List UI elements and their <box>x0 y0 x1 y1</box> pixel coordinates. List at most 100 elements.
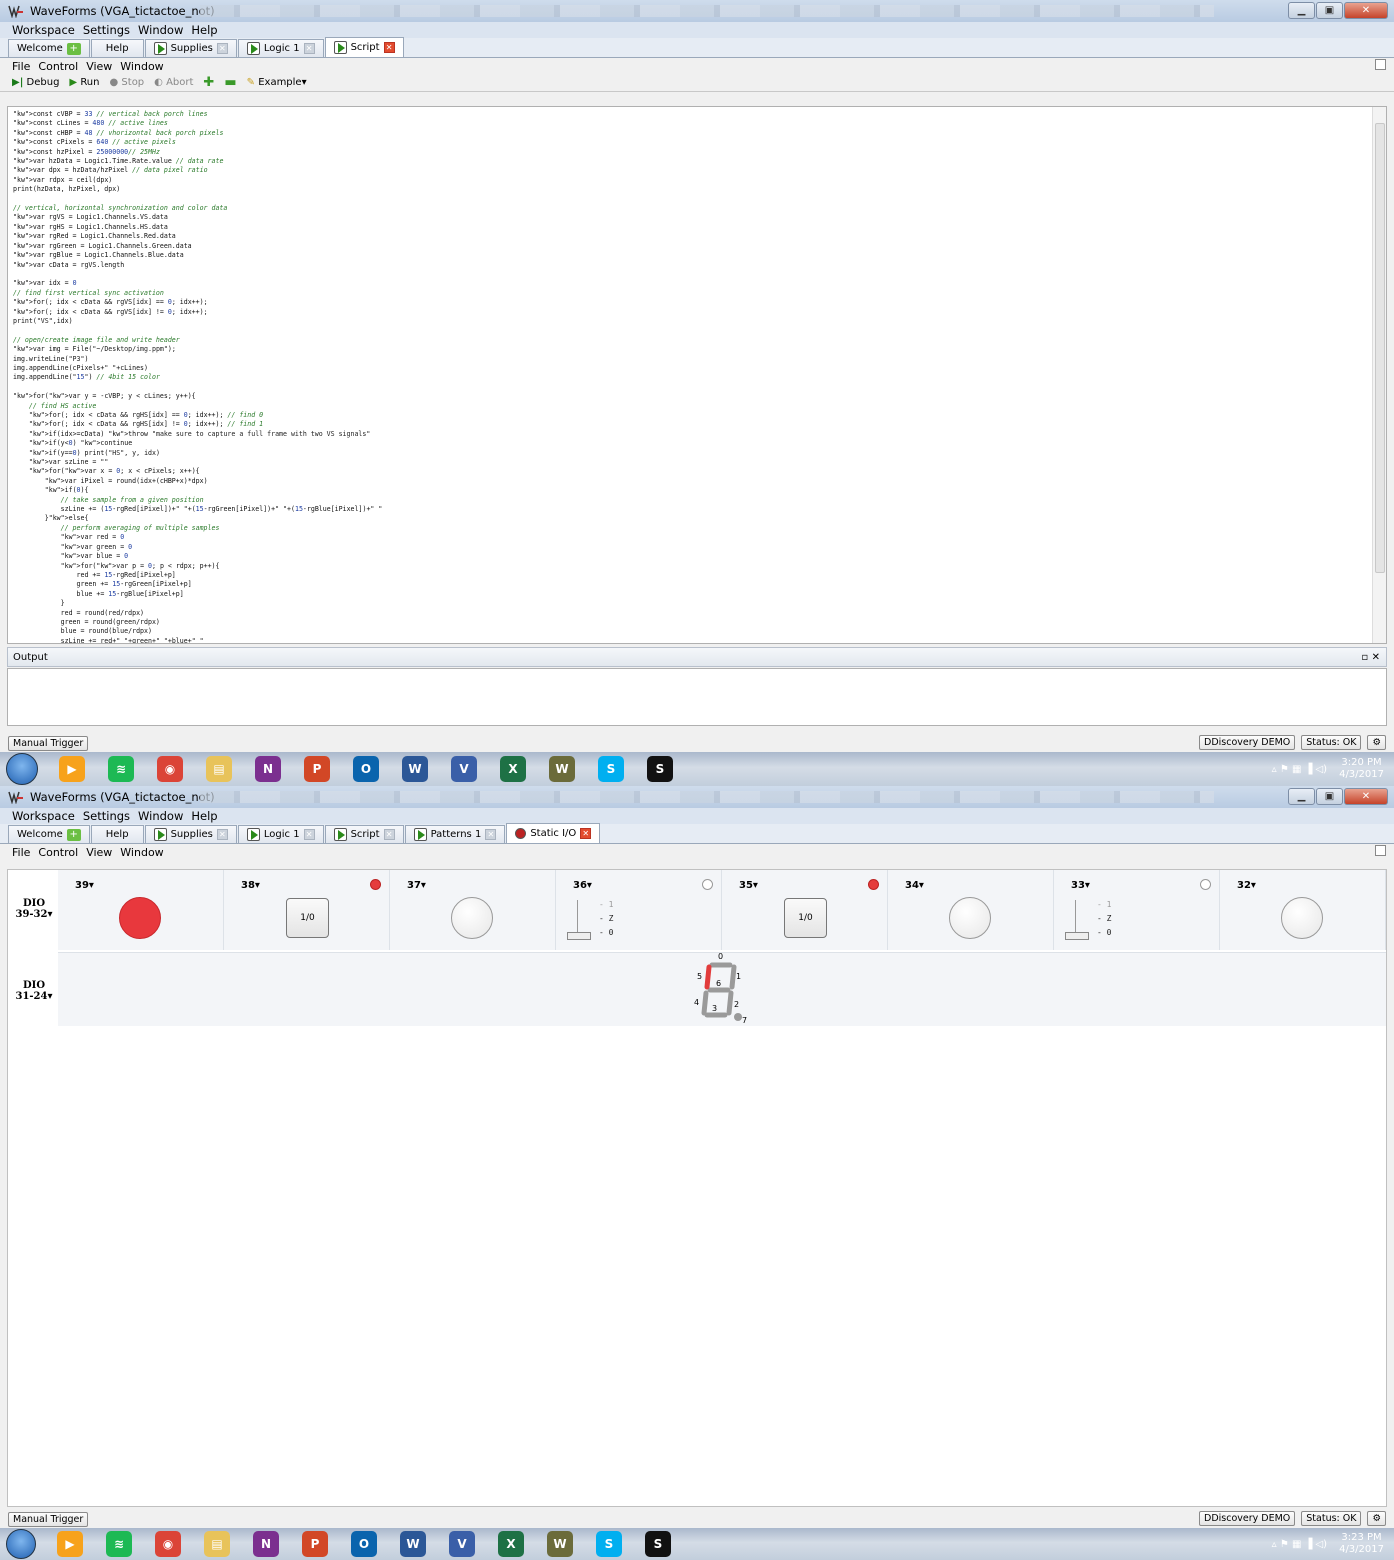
taskbar-app-button[interactable]: S <box>591 754 631 784</box>
start-button[interactable] <box>6 753 38 785</box>
push-button[interactable]: 1/0 <box>286 898 329 938</box>
tab-script[interactable]: Script ✕ <box>324 825 404 843</box>
taskbar-app-button[interactable]: W <box>393 1529 433 1559</box>
scroll-thumb[interactable] <box>1375 123 1385 573</box>
pin-label[interactable]: 34▾ <box>905 880 924 891</box>
output-panel[interactable] <box>7 668 1387 726</box>
menu-workspace[interactable]: Workspace <box>12 809 75 823</box>
editor-scrollbar[interactable] <box>1372 107 1386 643</box>
push-button[interactable]: 1/0 <box>784 898 827 938</box>
minimize-button[interactable]: ▁ <box>1288 2 1315 19</box>
manual-trigger-button[interactable]: Manual Trigger <box>8 1511 89 1527</box>
switch-knob[interactable] <box>1065 932 1089 940</box>
taskbar-app-button[interactable]: ▤ <box>199 754 239 784</box>
pin-label[interactable]: 33▾ <box>1071 880 1090 891</box>
menu-settings[interactable]: Settings <box>83 23 130 37</box>
taskbar-app-button[interactable]: N <box>246 1529 286 1559</box>
pin-label[interactable]: 32▾ <box>1237 880 1256 891</box>
pin-label[interactable]: 38▾ <box>241 880 260 891</box>
device-button[interactable]: DDiscovery DEMO <box>1199 1511 1296 1526</box>
tab-script[interactable]: Script ✕ <box>324 37 404 57</box>
pin-label[interactable]: 36▾ <box>573 880 592 891</box>
add-icon[interactable]: ✚ <box>203 75 214 90</box>
tab-logic1[interactable]: Logic 1 ✕ <box>237 39 324 57</box>
tri-state-switch[interactable]: - 1 - Z - 0 <box>1065 900 1125 944</box>
menu-window[interactable]: Window <box>120 846 163 859</box>
device-button[interactable]: DDiscovery DEMO <box>1199 735 1296 750</box>
menu-view[interactable]: View <box>86 60 112 73</box>
taskbar-app-button[interactable]: O <box>346 754 386 784</box>
tray-icons[interactable]: ▵ ⚑ ▦ ▐ ◁) <box>1272 764 1327 775</box>
close-tab-icon[interactable]: ✕ <box>303 43 315 54</box>
menu-control[interactable]: Control <box>38 60 78 73</box>
taskbar-app-button[interactable]: P <box>295 1529 335 1559</box>
manual-trigger-button[interactable]: Manual Trigger <box>8 735 89 751</box>
status-badge[interactable]: Status: OK <box>1301 1511 1362 1526</box>
seven-segment-display[interactable]: 0 1 2 3 4 5 6 7 <box>694 953 754 1027</box>
settings-icon[interactable]: ⚙ <box>1367 1511 1386 1526</box>
tri-state-switch[interactable]: - 1 - Z - 0 <box>567 900 627 944</box>
example-button[interactable]: ✎ Example▾ <box>247 77 307 88</box>
tray-icons[interactable]: ▵ ⚑ ▦ ▐ ◁) <box>1272 1539 1327 1550</box>
run-button[interactable]: ▶ Run <box>69 77 99 88</box>
script-editor[interactable]: "kw">const cVBP = 33 // vertical back po… <box>7 106 1387 644</box>
close-tab-icon[interactable]: ✕ <box>383 829 395 840</box>
taskbar-app-button[interactable]: X <box>491 1529 531 1559</box>
close-tab-icon[interactable]: ✕ <box>485 829 497 840</box>
code-text[interactable]: "kw">const cVBP = 33 // vertical back po… <box>13 110 382 643</box>
menu-file[interactable]: File <box>12 60 30 73</box>
taskbar-app-button[interactable]: W <box>542 754 582 784</box>
taskbar-app-button[interactable]: P <box>297 754 337 784</box>
maximize-button[interactable]: ▣ <box>1316 2 1343 19</box>
menu-control[interactable]: Control <box>38 846 78 859</box>
dio-39-32-label[interactable]: DIO 39-32▾ <box>10 898 58 920</box>
close-window-button[interactable]: ✕ <box>1344 2 1388 19</box>
dio-31-24-label[interactable]: DIO 31-24▾ <box>10 980 58 1002</box>
menu-window[interactable]: Window <box>138 23 183 37</box>
switch-knob[interactable] <box>567 932 591 940</box>
start-button[interactable] <box>6 1529 36 1559</box>
stop-button[interactable]: ● Stop <box>110 77 145 88</box>
settings-icon[interactable]: ⚙ <box>1367 735 1386 750</box>
taskbar-app-button[interactable]: V <box>444 754 484 784</box>
debug-button[interactable]: ▶| Debug <box>12 77 59 88</box>
abort-button[interactable]: ◐ Abort <box>154 77 193 88</box>
restore-panel-icon[interactable] <box>1375 845 1386 856</box>
close-tab-icon[interactable]: ✕ <box>580 828 592 839</box>
taskbar-app-button[interactable]: ≋ <box>101 754 141 784</box>
taskbar-app-button[interactable]: N <box>248 754 288 784</box>
taskbar-app-button[interactable]: X <box>493 754 533 784</box>
tab-logic1[interactable]: Logic 1 ✕ <box>237 825 324 843</box>
pin-label[interactable]: 37▾ <box>407 880 426 891</box>
clock[interactable]: 3:20 PM 4/3/2017 <box>1339 757 1384 781</box>
pin-label[interactable]: 39▾ <box>75 880 94 891</box>
tab-supplies[interactable]: Supplies ✕ <box>144 825 237 843</box>
close-tab-icon[interactable]: ✕ <box>383 42 395 53</box>
pin-label[interactable]: 35▾ <box>739 880 758 891</box>
panel-controls-icon[interactable]: ▫ ✕ <box>1361 652 1380 663</box>
tab-help[interactable]: Help <box>90 39 144 57</box>
menu-settings[interactable]: Settings <box>83 809 130 823</box>
close-window-button[interactable]: ✕ <box>1344 788 1388 805</box>
taskbar-app-button[interactable]: W <box>540 1529 580 1559</box>
tab-supplies[interactable]: Supplies ✕ <box>144 39 237 57</box>
tab-patterns1[interactable]: Patterns 1 ✕ <box>404 825 506 843</box>
menu-help[interactable]: Help <box>191 809 217 823</box>
maximize-button[interactable]: ▣ <box>1316 788 1343 805</box>
taskbar-app-button[interactable]: ▶ <box>50 1529 90 1559</box>
close-tab-icon[interactable]: ✕ <box>303 829 315 840</box>
menu-window[interactable]: Window <box>120 60 163 73</box>
taskbar-app-button[interactable]: ◉ <box>150 754 190 784</box>
taskbar-app-button[interactable]: S <box>589 1529 629 1559</box>
tab-static-io[interactable]: Static I/O ✕ <box>506 823 601 843</box>
taskbar-app-button[interactable]: O <box>344 1529 384 1559</box>
menu-window[interactable]: Window <box>138 809 183 823</box>
menu-file[interactable]: File <box>12 846 30 859</box>
taskbar-app-button[interactable]: V <box>442 1529 482 1559</box>
taskbar-app-button[interactable]: ≋ <box>99 1529 139 1559</box>
menu-view[interactable]: View <box>86 846 112 859</box>
restore-panel-icon[interactable] <box>1375 59 1386 70</box>
taskbar-app-button[interactable]: W <box>395 754 435 784</box>
minimize-button[interactable]: ▁ <box>1288 788 1315 805</box>
tab-welcome[interactable]: Welcome + <box>8 825 90 843</box>
